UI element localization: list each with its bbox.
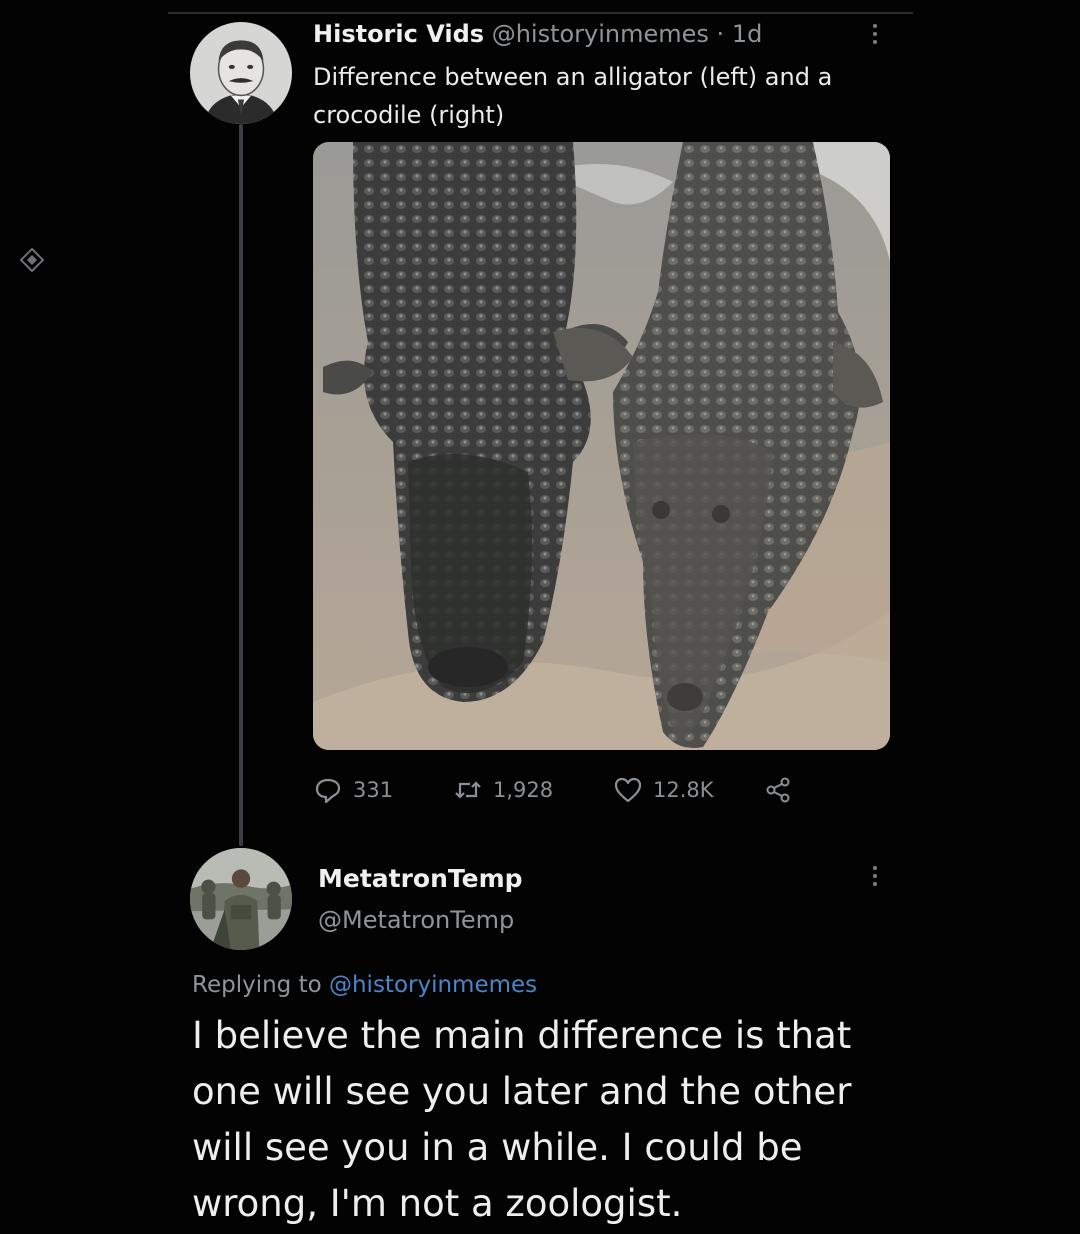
tweet-display-name[interactable]: Historic Vids [313, 20, 484, 48]
reply-icon [315, 778, 341, 804]
tweet-text: Difference between an alligator (left) a… [313, 63, 833, 129]
historic-vids-avatar[interactable] [190, 22, 292, 124]
reply-count: 331 [353, 778, 394, 802]
retweet-button[interactable]: 1,928 [453, 770, 553, 810]
replying-to-line: Replying to @historyinmemes [192, 972, 537, 998]
more-icon[interactable] [868, 20, 882, 50]
tweet-handle[interactable]: @historyinmemes [492, 20, 709, 48]
reply-text: I believe the main difference is that on… [192, 1014, 852, 1225]
retweet-count: 1,928 [493, 778, 554, 802]
share-icon [766, 777, 790, 803]
thread-connector-line [239, 124, 243, 846]
metatrontemp-avatar[interactable] [190, 848, 292, 950]
like-button[interactable]: 12.8K [613, 770, 714, 810]
like-count: 12.8K [653, 778, 714, 802]
reply-handle[interactable]: @MetatronTemp [318, 906, 514, 934]
tweet-time[interactable]: 1d [732, 20, 763, 48]
header-separator: · [716, 20, 725, 48]
more-icon[interactable] [868, 862, 882, 892]
replying-to-link[interactable]: @historyinmemes [329, 972, 537, 998]
replying-prefix: Replying to [192, 972, 322, 998]
tweet-header: Historic Vids @historyinmemes · 1d [313, 20, 762, 48]
tweet-media-photo[interactable] [313, 142, 890, 750]
reply-button[interactable]: 331 [313, 770, 393, 810]
share-button[interactable] [763, 770, 793, 810]
top-divider [168, 12, 913, 14]
screenshot-stage: Historic Vids @historyinmemes · 1d Diffe… [0, 0, 1080, 1234]
like-icon [614, 777, 642, 803]
reply-display-name[interactable]: MetatronTemp [318, 864, 523, 893]
diamond-icon [19, 247, 45, 273]
retweet-icon [455, 781, 481, 799]
tweet-actions: 331 1,928 12.8K [313, 770, 813, 810]
